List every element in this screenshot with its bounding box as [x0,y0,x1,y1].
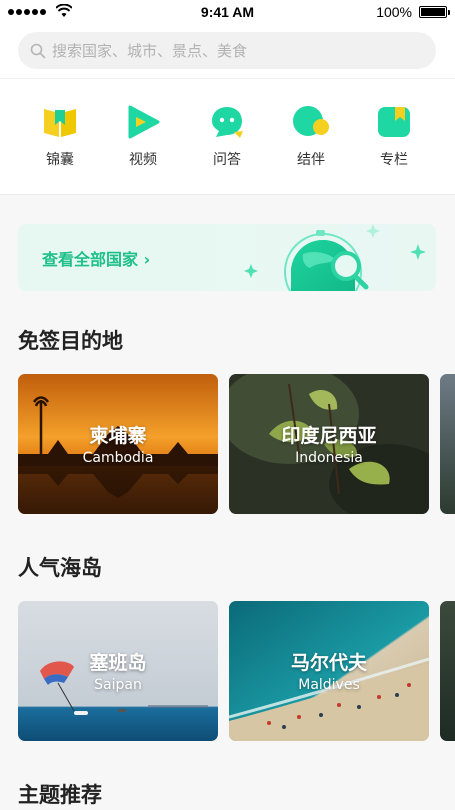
category-nav: 锦囊 视频 问答 结伴 专栏 [0,78,455,195]
card-title: 印度尼西亚 [281,425,377,447]
destination-card-next[interactable] [440,374,455,514]
category-video[interactable]: 视频 [108,105,178,169]
category-label: 问答 [213,152,241,168]
destination-card-maldives[interactable]: 马尔代夫 Maldives [229,601,429,741]
category-column[interactable]: 专栏 [359,105,429,169]
globe-illustration [244,224,426,291]
destination-card-indonesia[interactable]: 印度尼西亚 Indonesia [229,374,429,514]
play-icon [128,105,160,139]
destination-card-cambodia[interactable]: 柬埔寨 Cambodia [18,374,218,514]
card-subtitle: Indonesia [295,450,363,466]
category-label: 锦囊 [46,152,74,168]
book-icon [44,109,76,137]
search-input[interactable] [52,41,412,60]
section-title-themes: 主题推荐 [18,783,102,807]
all-countries-link[interactable]: 查看全部国家 › [42,246,150,270]
section-title-islands: 人气海岛 [18,556,102,580]
card-subtitle: Maldives [298,677,360,693]
category-qa[interactable]: 问答 [192,105,262,169]
battery-icon [419,6,450,18]
all-countries-banner[interactable]: 查看全部国家 › [18,224,436,291]
card-title: 柬埔寨 [89,425,147,447]
battery-percentage: 100% [376,4,412,20]
bookmark-column-icon [378,107,410,137]
card-title: 马尔代夫 [290,652,367,674]
category-guide[interactable]: 锦囊 [25,105,95,169]
search-icon [30,43,46,58]
card-subtitle: Saipan [94,677,142,693]
chat-bubble-icon [212,107,243,138]
status-bar: 9:41 AM 100% [0,0,455,24]
search-header [0,24,455,78]
search-bar[interactable] [18,32,436,69]
card-title: 塞班岛 [89,652,147,674]
category-label: 专栏 [380,152,408,168]
destination-card-saipan[interactable]: 塞班岛 Saipan [18,601,218,741]
category-companion[interactable]: 结伴 [276,105,346,169]
section-title-visa-free: 免签目的地 [18,329,123,353]
card-subtitle: Cambodia [82,450,154,466]
category-label: 结伴 [297,152,325,168]
companion-icon [293,106,329,136]
category-label: 视频 [129,152,157,168]
destination-card-next[interactable] [440,601,455,741]
